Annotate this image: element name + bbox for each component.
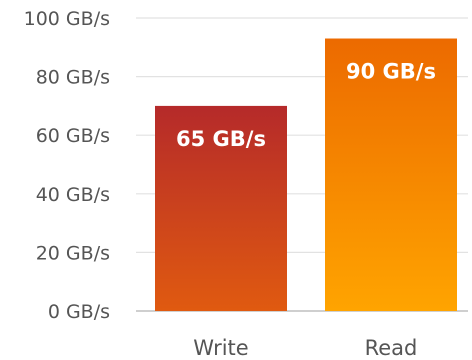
x-category-label-read: Read (365, 336, 418, 360)
y-tick-label: 100 GB/s (24, 8, 110, 30)
y-tick-label: 20 GB/s (36, 242, 110, 264)
y-tick-label: 0 GB/s (48, 301, 110, 323)
data-label-write: 65 GB/s (176, 127, 266, 151)
x-category-label-write: Write (193, 336, 248, 360)
y-tick-label: 60 GB/s (36, 125, 110, 147)
y-tick-label: 80 GB/s (36, 67, 110, 89)
x-axis-category-labels: Write Read (193, 336, 417, 360)
bar-chart: 0 GB/s 20 GB/s 40 GB/s 60 GB/s 80 GB/s 100 GB… (24, 8, 468, 360)
y-axis-tick-labels: 0 GB/s 20 GB/s 40 GB/s 60 GB/s 80 GB/s 100 GB… (24, 8, 110, 323)
data-label-read: 90 GB/s (346, 60, 436, 84)
y-tick-label: 40 GB/s (36, 184, 110, 206)
